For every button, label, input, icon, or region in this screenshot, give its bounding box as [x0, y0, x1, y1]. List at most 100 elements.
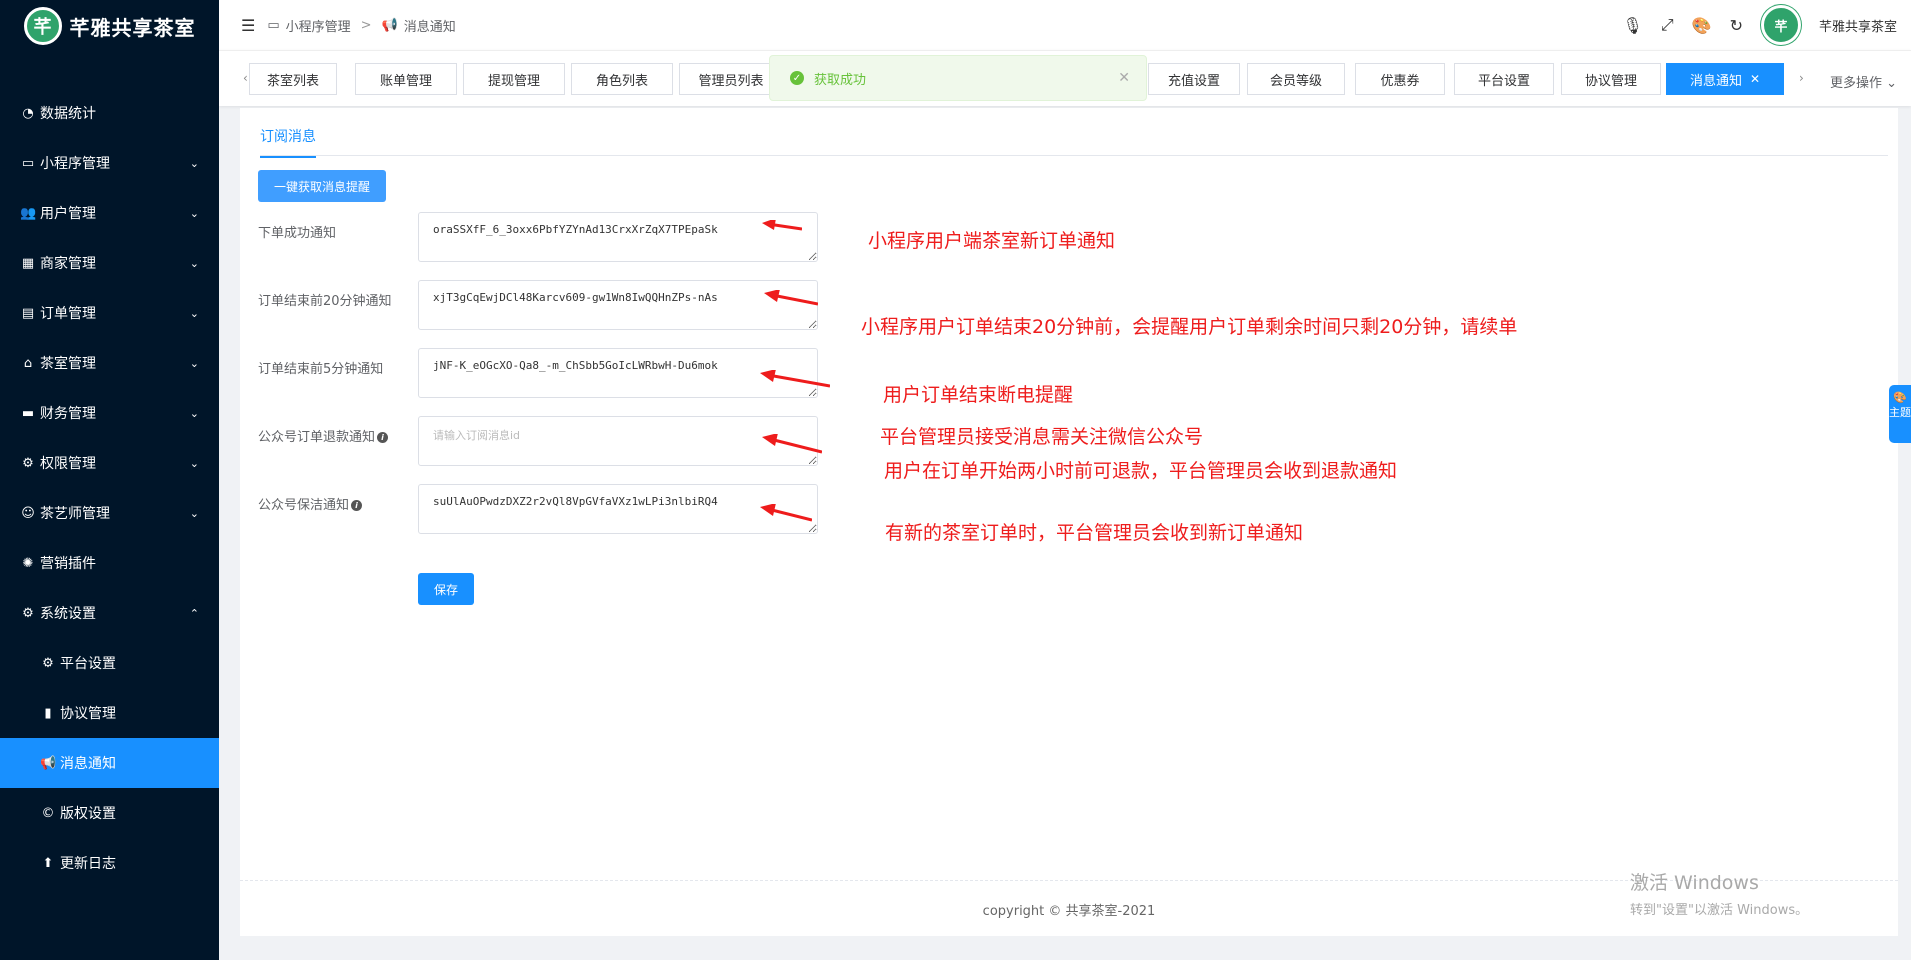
fetch-message-templates-button[interactable]: 一键获取消息提醒: [258, 170, 386, 202]
breadcrumb: ▭ 小程序管理 > 📢 消息通知: [267, 16, 455, 35]
field-label-text: 下单成功通知: [258, 226, 337, 241]
sidebar-item[interactable]: ▭ 小程序管理 ⌄: [0, 138, 219, 188]
header-toolbar: 🎙 ⤢ 🎨 ↻ 芊 芊雅共享茶室: [1623, 5, 1911, 45]
chevron-down-icon: ⌄: [189, 156, 199, 170]
username[interactable]: 芊雅共享茶室: [1819, 16, 1897, 35]
tab-item[interactable]: 平台设置: [1454, 63, 1554, 95]
success-toast: ✓ 获取成功 ✕: [769, 55, 1147, 101]
tab-item-active[interactable]: 消息通知 ✕: [1666, 63, 1784, 95]
user-cog-icon: ☺: [21, 505, 35, 521]
annotation-text: 有新的茶室订单时，平台管理员会收到新订单通知: [885, 522, 1304, 544]
sidebar-item-label: 用户管理: [40, 206, 96, 222]
theme-tab-label: 主题: [1889, 406, 1911, 419]
permission-icon: ⚙: [22, 455, 34, 471]
field-label: 公众号保洁通知 i: [258, 484, 418, 534]
close-icon[interactable]: ✕: [1750, 72, 1760, 86]
tabs-scroll-right-icon[interactable]: ›: [1799, 71, 1804, 85]
clipboard-icon: ▤: [21, 305, 35, 321]
avatar[interactable]: 芊: [1760, 5, 1801, 45]
chevron-down-icon: ⌄: [189, 356, 199, 370]
tab-item[interactable]: 提现管理: [463, 63, 565, 95]
sidebar-subitem[interactable]: © 版权设置: [0, 788, 219, 838]
fullscreen-icon[interactable]: ⤢: [1661, 15, 1674, 35]
sidebar-item[interactable]: ◔ 数据统计: [0, 88, 219, 138]
tab-item[interactable]: 会员等级: [1247, 63, 1345, 95]
sidebar-item[interactable]: ⌂ 茶室管理 ⌄: [0, 338, 219, 388]
field-label-text: 订单结束前20分钟通知: [258, 294, 392, 309]
sidebar-item[interactable]: 👥 用户管理 ⌄: [0, 188, 219, 238]
annotation-arrow: [762, 220, 802, 231]
order-success-template-input[interactable]: oraSSXfF_6_3oxx6PbfYZYnAd13CrxXrZqX7TPEp…: [418, 212, 818, 262]
sidebar-subitem[interactable]: ⬆ 更新日志: [0, 838, 219, 888]
plugin-icon: ✺: [22, 555, 34, 571]
sidebar-item-label: 权限管理: [40, 456, 96, 472]
sidebar-subitem[interactable]: ▮ 协议管理: [0, 688, 219, 738]
cleaning-notify-template-input[interactable]: suUlAuOPwdzDXZ2r2vQl8VpGVfaVXz1wLPi3nlbi…: [418, 484, 818, 534]
chevron-down-icon: ⌄: [189, 406, 199, 420]
form-row: 订单结束前20分钟通知 xjT3gCqEwjDCl48Karcv609-gw1W…: [258, 280, 818, 330]
breadcrumb-item: 消息通知: [403, 19, 456, 35]
theme-settings-tab[interactable]: 🎨 主题: [1889, 385, 1911, 443]
sidebar-item[interactable]: ☺ 茶艺师管理 ⌄: [0, 488, 219, 538]
order-end-5min-template-input[interactable]: jNF-K_eOGcXO-Qa8_-m_ChSbb5GoIcLWRbwH-Du6…: [418, 348, 818, 398]
book-icon: ▮: [44, 705, 52, 721]
tab-label: 会员等级: [1269, 73, 1322, 89]
annotation-text: 小程序用户端茶室新订单通知: [868, 230, 1116, 252]
sidebar-item-label: 系统设置: [40, 606, 96, 622]
sidebar-item[interactable]: ▬ 财务管理 ⌄: [0, 388, 219, 438]
tab-item[interactable]: 协议管理: [1561, 63, 1661, 95]
breadcrumb-item[interactable]: 小程序管理: [286, 16, 351, 35]
refund-notify-template-input[interactable]: [418, 416, 818, 466]
sidebar-item[interactable]: ✺ 营销插件: [0, 538, 219, 588]
sidebar-item-label: 茶艺师管理: [40, 506, 110, 522]
sidebar-item[interactable]: ⚙ 系统设置 ⌃: [0, 588, 219, 638]
sidebar-menu: ◔ 数据统计 ▭ 小程序管理 ⌄ 👥 用户管理 ⌄ ▦ 商家管理 ⌄ ▤ 订单管理 ⌄ ⌂ 茶室管理 ⌄ ▬ 财务管…: [0, 88, 219, 888]
sidebar-subitem-label: 平台设置: [60, 656, 116, 672]
chevron-down-icon: ⌄: [189, 306, 199, 320]
tab-item[interactable]: 充值设置: [1148, 63, 1240, 95]
chevron-down-icon: ⌄: [189, 206, 199, 220]
laptop-icon: ▭: [267, 17, 280, 33]
sidebar-item-label: 商家管理: [40, 256, 96, 272]
palette-icon[interactable]: 🎨: [1692, 16, 1712, 35]
sidebar-item-label: 财务管理: [40, 406, 96, 422]
watermark-subtitle: 转到"设置"以激活 Windows。: [1630, 903, 1809, 918]
more-operations-label: 更多操作: [1829, 76, 1882, 91]
sidebar-subitem-label: 更新日志: [60, 856, 116, 872]
save-button[interactable]: 保存: [418, 573, 474, 605]
tab-item[interactable]: 茶室列表: [249, 63, 337, 95]
info-icon[interactable]: i: [377, 432, 389, 443]
close-icon[interactable]: ✕: [1118, 70, 1130, 86]
logo[interactable]: 芊 芊雅共享茶室: [0, 0, 219, 52]
gear-icon: ⚙: [42, 655, 54, 671]
hamburger-icon[interactable]: ☰: [241, 16, 255, 35]
tab-subscription-messages[interactable]: 订阅消息: [260, 126, 316, 158]
annotation-text: 用户订单结束断电提醒: [883, 384, 1074, 406]
tab-item[interactable]: 管理员列表: [679, 63, 783, 95]
tabs-scroll-left-icon[interactable]: ‹: [243, 71, 248, 85]
gear-icon: ⚙: [22, 605, 34, 621]
tab-label: 管理员列表: [698, 73, 764, 89]
sidebar-subitem[interactable]: 📢 消息通知: [0, 738, 219, 788]
mic-off-icon[interactable]: 🎙: [1623, 16, 1643, 35]
field-label-text: 公众号订单退款通知: [258, 430, 376, 445]
home-icon: ⌂: [23, 355, 33, 371]
annotation-arrow: [762, 434, 822, 454]
upload-icon: ⬆: [42, 855, 54, 871]
sidebar-item[interactable]: ⚙ 权限管理 ⌄: [0, 438, 219, 488]
megaphone-icon: 📢: [381, 17, 398, 33]
info-icon[interactable]: i: [351, 500, 363, 511]
order-end-20min-template-input[interactable]: xjT3gCqEwjDCl48Karcv609-gw1Wn8IwQQHnZPs-…: [418, 280, 818, 330]
refresh-icon[interactable]: ↻: [1730, 16, 1743, 35]
tab-label: 角色列表: [595, 73, 648, 89]
sidebar-item[interactable]: ▦ 商家管理 ⌄: [0, 238, 219, 288]
sidebar-subitem[interactable]: ⚙ 平台设置: [0, 638, 219, 688]
tab-item[interactable]: 角色列表: [571, 63, 673, 95]
more-operations-dropdown[interactable]: 更多操作 ⌄: [1830, 72, 1897, 91]
tab-item[interactable]: 账单管理: [355, 63, 457, 95]
users-icon: 👥: [20, 205, 37, 221]
top-header: ☰ ▭ 小程序管理 > 📢 消息通知 🎙 ⤢ 🎨 ↻ 芊 芊雅共享茶室: [219, 0, 1911, 50]
sidebar-item[interactable]: ▤ 订单管理 ⌄: [0, 288, 219, 338]
tab-item[interactable]: 优惠券: [1355, 63, 1445, 95]
check-circle-icon: ✓: [790, 71, 804, 85]
